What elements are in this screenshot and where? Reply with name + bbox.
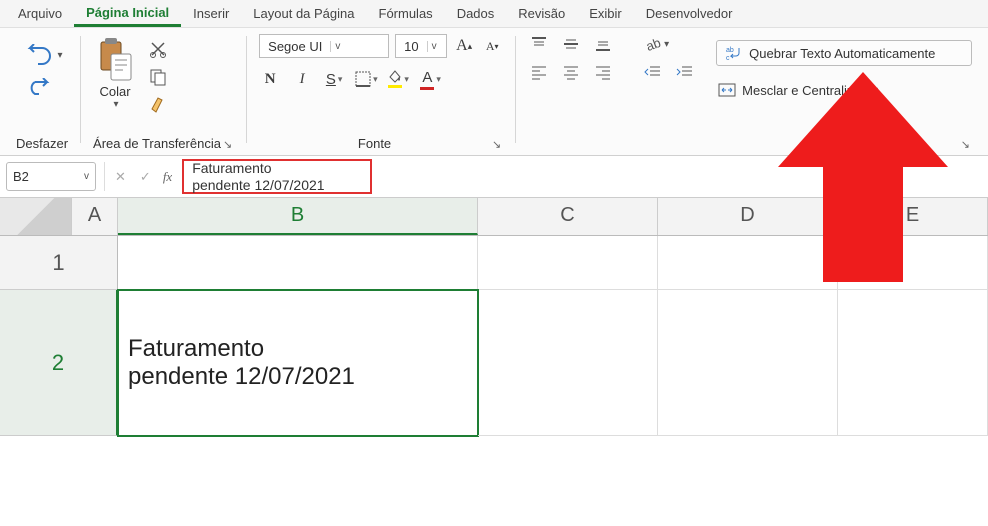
cell-B2[interactable]: Faturamento pendente 12/07/2021 — [118, 290, 478, 436]
chevron-down-icon: v — [330, 41, 344, 52]
cell-B1[interactable] — [118, 236, 478, 290]
align-middle-button[interactable] — [560, 34, 582, 54]
align-right-button[interactable] — [592, 62, 614, 82]
chevron-down-icon: v — [427, 41, 441, 52]
svg-text:ab: ab — [726, 47, 734, 54]
tab-layout[interactable]: Layout da Página — [241, 2, 366, 25]
col-header-C[interactable]: C — [478, 198, 658, 235]
group-label-undo: Desfazer — [16, 136, 68, 151]
ribbon: ▾ Desfazer — [0, 28, 988, 156]
group-alignment: ab▾ x — [518, 30, 706, 153]
col-header-A[interactable]: A — [72, 198, 118, 235]
alignment-launcher[interactable]: ↘ — [959, 138, 972, 151]
cut-button[interactable] — [147, 38, 169, 60]
group-label-font: Fonte — [259, 136, 490, 151]
col-header-B[interactable]: B — [118, 198, 478, 235]
undo-button[interactable]: ▾ — [20, 42, 65, 68]
group-clipboard: Colar ▾ Área de Transferência↘ — [83, 30, 244, 153]
col-header-E[interactable]: E — [838, 198, 988, 235]
paste-label: Colar — [99, 84, 130, 99]
merge-center-button[interactable]: Mesclar e Centralizar ▾ — [716, 80, 972, 100]
cell-B2-line1: Faturamento — [128, 335, 355, 363]
spreadsheet: A B C D E 1 2 Faturamento pendente 12/07… — [0, 198, 988, 436]
cell-B2-line2: pendente 12/07/2021 — [128, 363, 355, 391]
tab-dados[interactable]: Dados — [445, 2, 507, 25]
name-box[interactable]: B2 v — [6, 162, 96, 191]
row-header-1[interactable]: 1 — [0, 236, 118, 290]
group-font: Segoe UI v 10 v A▴ A▾ N I S▾ ▾ — [249, 30, 513, 153]
tab-pagina-inicial[interactable]: Página Inicial — [74, 1, 181, 27]
tab-exibir[interactable]: Exibir — [577, 2, 634, 25]
redo-button[interactable] — [27, 76, 57, 98]
name-box-value: B2 — [13, 169, 29, 184]
cell-E1[interactable] — [838, 236, 988, 290]
font-launcher[interactable]: ↘ — [490, 138, 503, 151]
paste-dropdown[interactable]: ▾ — [114, 99, 119, 110]
align-left-button[interactable] — [528, 62, 550, 82]
column-headers: A B C D E — [0, 198, 988, 236]
cell-C1[interactable] — [478, 236, 658, 290]
font-name-combo[interactable]: Segoe UI v — [259, 34, 389, 58]
bold-button[interactable]: N — [259, 68, 281, 90]
fill-color-button[interactable]: ▾ — [388, 68, 410, 90]
italic-button[interactable]: I — [291, 68, 313, 90]
copy-button[interactable] — [147, 66, 169, 88]
format-painter-button[interactable] — [147, 94, 169, 116]
wrap-text-label: Quebrar Texto Automaticamente — [749, 46, 935, 61]
group-wrap-merge: abc Quebrar Texto Automaticamente Mescla… — [706, 30, 982, 153]
cell-E2[interactable] — [838, 290, 988, 436]
tab-arquivo[interactable]: Arquivo — [6, 2, 74, 25]
orientation-button[interactable]: ab▾ — [642, 34, 671, 54]
cancel-formula-button[interactable]: ✕ — [113, 167, 128, 187]
tab-formulas[interactable]: Fórmulas — [367, 2, 445, 25]
fx-button[interactable]: fx — [163, 169, 172, 185]
formula-input[interactable]: Faturamento pendente 12/07/2021 — [182, 159, 372, 194]
borders-button[interactable]: ▾ — [355, 68, 378, 90]
align-bottom-button[interactable] — [592, 34, 614, 54]
group-label-alignment: Alinhamento — [716, 136, 959, 151]
menu-bar: Arquivo Página Inicial Inserir Layout da… — [0, 0, 988, 28]
font-name-value: Segoe UI — [260, 37, 330, 56]
align-center-button[interactable] — [560, 62, 582, 82]
group-label-clipboard: Área de Transferência — [93, 136, 221, 151]
group-undo: ▾ Desfazer — [6, 30, 78, 153]
cell-D1[interactable] — [658, 236, 838, 290]
tab-inserir[interactable]: Inserir — [181, 2, 241, 25]
svg-text:c: c — [726, 55, 730, 61]
svg-text:ab: ab — [644, 36, 662, 52]
merge-icon — [718, 82, 736, 98]
col-header-D[interactable]: D — [658, 198, 838, 235]
font-color-button[interactable]: A ▾ — [420, 68, 442, 90]
tab-revisao[interactable]: Revisão — [506, 2, 577, 25]
decrease-font-button[interactable]: A▾ — [481, 35, 503, 57]
select-all-corner[interactable] — [0, 198, 72, 235]
increase-font-button[interactable]: A▴ — [453, 35, 475, 57]
clipboard-launcher[interactable]: ↘ — [221, 138, 234, 151]
chevron-down-icon: v — [84, 171, 89, 182]
row-header-2[interactable]: 2 — [0, 290, 118, 436]
wrap-text-icon: abc — [725, 45, 743, 61]
underline-button[interactable]: S▾ — [323, 68, 345, 90]
cell-D2[interactable] — [658, 290, 838, 436]
align-top-button[interactable] — [528, 34, 550, 54]
increase-indent-button[interactable] — [674, 62, 696, 82]
paste-button[interactable] — [93, 34, 137, 84]
merge-center-label: Mesclar e Centralizar — [742, 83, 865, 98]
decrease-indent-button[interactable] — [642, 62, 664, 82]
accept-formula-button[interactable]: ✓ — [138, 167, 153, 187]
formula-bar: B2 v ✕ ✓ fx Faturamento pendente 12/07/2… — [0, 156, 988, 198]
tab-desenvolvedor[interactable]: Desenvolvedor — [634, 2, 745, 25]
formula-line2: pendente 12/07/2021 — [192, 177, 362, 194]
font-size-combo[interactable]: 10 v — [395, 34, 447, 58]
chevron-down-icon: ▾ — [873, 85, 878, 96]
chevron-down-icon: ▾ — [58, 50, 63, 61]
font-size-value: 10 — [396, 37, 426, 56]
cell-C2[interactable] — [478, 290, 658, 436]
wrap-text-button[interactable]: abc Quebrar Texto Automaticamente — [716, 40, 972, 66]
formula-line1: Faturamento — [192, 160, 362, 177]
